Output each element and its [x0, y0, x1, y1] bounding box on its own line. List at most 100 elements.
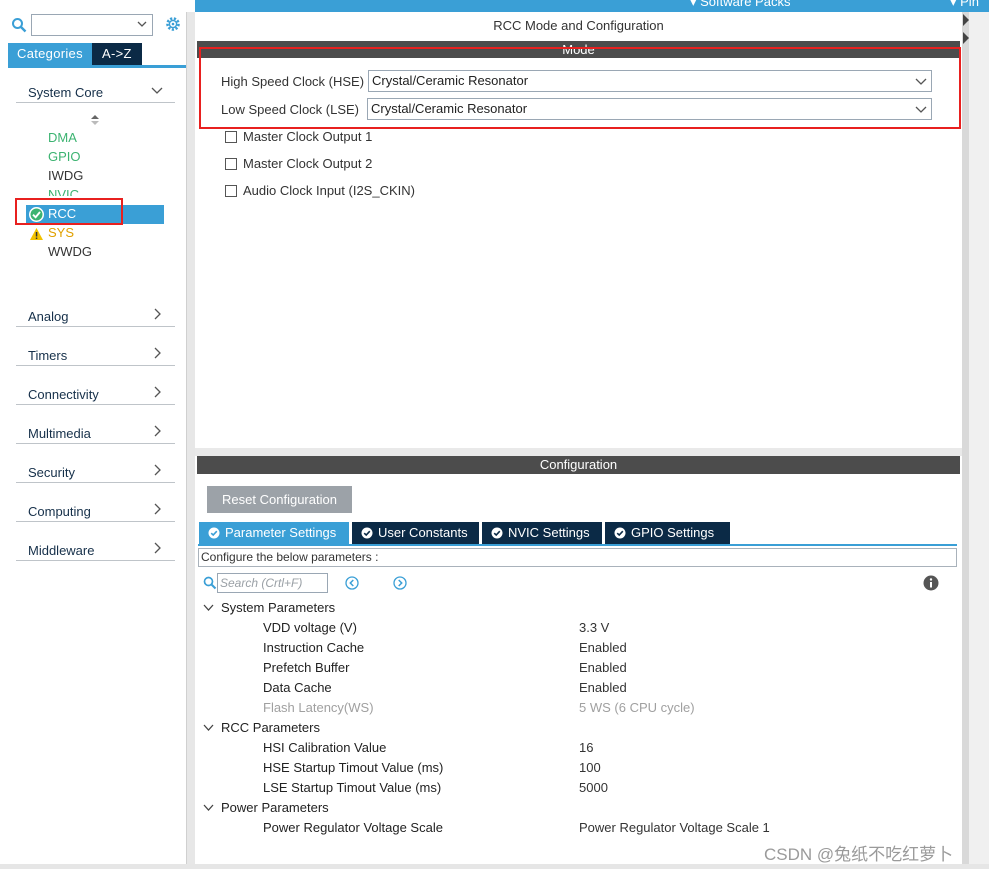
category-label: Multimedia	[28, 426, 91, 441]
left-category-panel: Categories A->Z System Core DMA GPIO IWDG…	[0, 0, 188, 869]
configuration-section-header: Configuration	[197, 456, 960, 474]
chevron-down-icon	[151, 87, 163, 94]
mco2-label: Master Clock Output 2	[243, 156, 373, 171]
watermark: CSDN @兔纸不吃红萝卜	[764, 845, 954, 864]
param-name: VDD voltage (V)	[263, 620, 357, 635]
warning-icon	[30, 228, 43, 240]
category-security[interactable]: Security	[16, 455, 175, 483]
highlight-box-clock-mode	[199, 47, 961, 129]
reset-configuration-button[interactable]: Reset Configuration	[207, 486, 352, 513]
sort-icon[interactable]	[90, 114, 100, 126]
mode-panel: RCC Mode and Configuration Mode High Spe…	[195, 12, 962, 448]
param-value[interactable]: 3.3 V	[579, 620, 609, 635]
param-name: Data Cache	[263, 680, 332, 695]
category-middleware[interactable]: Middleware	[16, 533, 175, 561]
category-search-combo[interactable]	[31, 14, 153, 36]
param-value[interactable]: Enabled	[579, 640, 627, 655]
check-circle-icon	[491, 527, 503, 539]
tab-underline	[8, 65, 186, 68]
category-label: Security	[28, 465, 75, 480]
param-value[interactable]: 100	[579, 760, 601, 775]
param-value[interactable]: Power Regulator Voltage Scale 1	[579, 820, 770, 835]
group-label: System Parameters	[221, 600, 336, 615]
category-computing[interactable]: Computing	[16, 494, 175, 522]
gutter-edge	[962, 12, 969, 864]
chevron-right-icon	[154, 425, 161, 437]
peripheral-item-iwdg[interactable]: IWDG	[48, 167, 83, 185]
mco2-checkbox[interactable]	[225, 158, 237, 170]
mco1-label: Master Clock Output 1	[243, 129, 373, 144]
i2s-label: Audio Clock Input (I2S_CKIN)	[243, 183, 415, 198]
category-label: System Core	[28, 85, 104, 100]
chevron-down-icon	[137, 21, 147, 27]
peripheral-item-nvic[interactable]: NVIC	[48, 186, 79, 196]
top-menu-strip: ▾ Software Packs ▾ Pin	[195, 0, 989, 12]
software-packs-menu[interactable]: ▾ Software Packs	[690, 0, 790, 10]
param-name: LSE Startup Timout Value (ms)	[263, 780, 442, 795]
tab-user-constants[interactable]: User Constants	[352, 522, 479, 544]
chevron-right-icon	[154, 464, 161, 476]
page-title: RCC Mode and Configuration	[493, 18, 664, 33]
peripheral-item-wwdg[interactable]: WWDG	[48, 243, 92, 261]
category-multimedia[interactable]: Multimedia	[16, 416, 175, 444]
tab-label: GPIO Settings	[631, 525, 715, 540]
chevron-right-icon	[154, 503, 161, 515]
category-label: Analog	[28, 309, 69, 324]
tab-parameter-settings[interactable]: Parameter Settings	[199, 522, 349, 544]
previous-match-icon[interactable]	[345, 576, 359, 590]
chevron-down-icon	[203, 804, 214, 811]
param-name: HSE Startup Timout Value (ms)	[263, 760, 444, 775]
check-circle-icon	[361, 527, 373, 539]
category-search-row	[8, 12, 186, 38]
peripheral-item-sys[interactable]: SYS	[48, 224, 74, 242]
tab-label: NVIC Settings	[508, 525, 590, 540]
gear-icon[interactable]	[164, 15, 182, 33]
group-label: RCC Parameters	[221, 720, 320, 735]
category-analog[interactable]: Analog	[16, 299, 175, 327]
param-name: Flash Latency(WS)	[263, 700, 374, 715]
category-label: Timers	[28, 348, 68, 363]
tab-nvic-settings[interactable]: NVIC Settings	[482, 522, 602, 544]
tab-label: Parameter Settings	[225, 525, 337, 540]
category-label: Computing	[28, 504, 91, 519]
tab-a-z[interactable]: A->Z	[91, 43, 142, 65]
configuration-panel: Configuration Reset Configuration Parame…	[195, 456, 962, 864]
peripheral-item-gpio[interactable]: GPIO	[48, 148, 81, 166]
search-icon[interactable]	[11, 17, 27, 33]
chevron-right-icon	[154, 542, 161, 554]
info-icon[interactable]	[923, 575, 939, 591]
chevron-right-icon	[154, 308, 161, 320]
param-name: Power Regulator Voltage Scale	[263, 820, 443, 835]
search-icon[interactable]	[203, 576, 217, 590]
peripheral-item-dma[interactable]: DMA	[48, 129, 77, 147]
param-name: Prefetch Buffer	[263, 660, 350, 675]
category-tabs: Categories A->Z	[8, 43, 142, 65]
category-label: Connectivity	[28, 387, 99, 402]
param-value[interactable]: Enabled	[579, 660, 627, 675]
mco1-checkbox[interactable]	[225, 131, 237, 143]
i2s-checkbox[interactable]	[225, 185, 237, 197]
category-label: Middleware	[28, 543, 95, 558]
tab-gpio-settings[interactable]: GPIO Settings	[605, 522, 730, 544]
group-label: Power Parameters	[221, 800, 329, 815]
left-panel-scrollbar[interactable]	[186, 12, 195, 864]
param-value[interactable]: 16	[579, 740, 593, 755]
check-circle-icon	[208, 527, 220, 539]
category-timers[interactable]: Timers	[16, 338, 175, 366]
category-connectivity[interactable]: Connectivity	[16, 377, 175, 405]
chevron-right-icon	[154, 386, 161, 398]
expand-arrow-icon[interactable]	[963, 32, 969, 44]
chevron-down-icon	[203, 604, 214, 611]
chevron-right-icon	[154, 347, 161, 359]
param-value[interactable]: Enabled	[579, 680, 627, 695]
panel-splitter[interactable]	[195, 448, 962, 456]
pinout-menu[interactable]: ▾ Pin	[950, 0, 979, 10]
tab-categories[interactable]: Categories	[8, 43, 92, 65]
category-system-core[interactable]: System Core	[16, 75, 175, 103]
parameter-search-input[interactable]: Search (Crtl+F)	[217, 573, 328, 593]
param-value[interactable]: 5000	[579, 780, 608, 795]
expand-arrow-icon[interactable]	[963, 14, 969, 26]
next-match-icon[interactable]	[393, 576, 407, 590]
configure-description: Configure the below parameters :	[198, 548, 957, 567]
param-value: 5 WS (6 CPU cycle)	[579, 700, 695, 715]
